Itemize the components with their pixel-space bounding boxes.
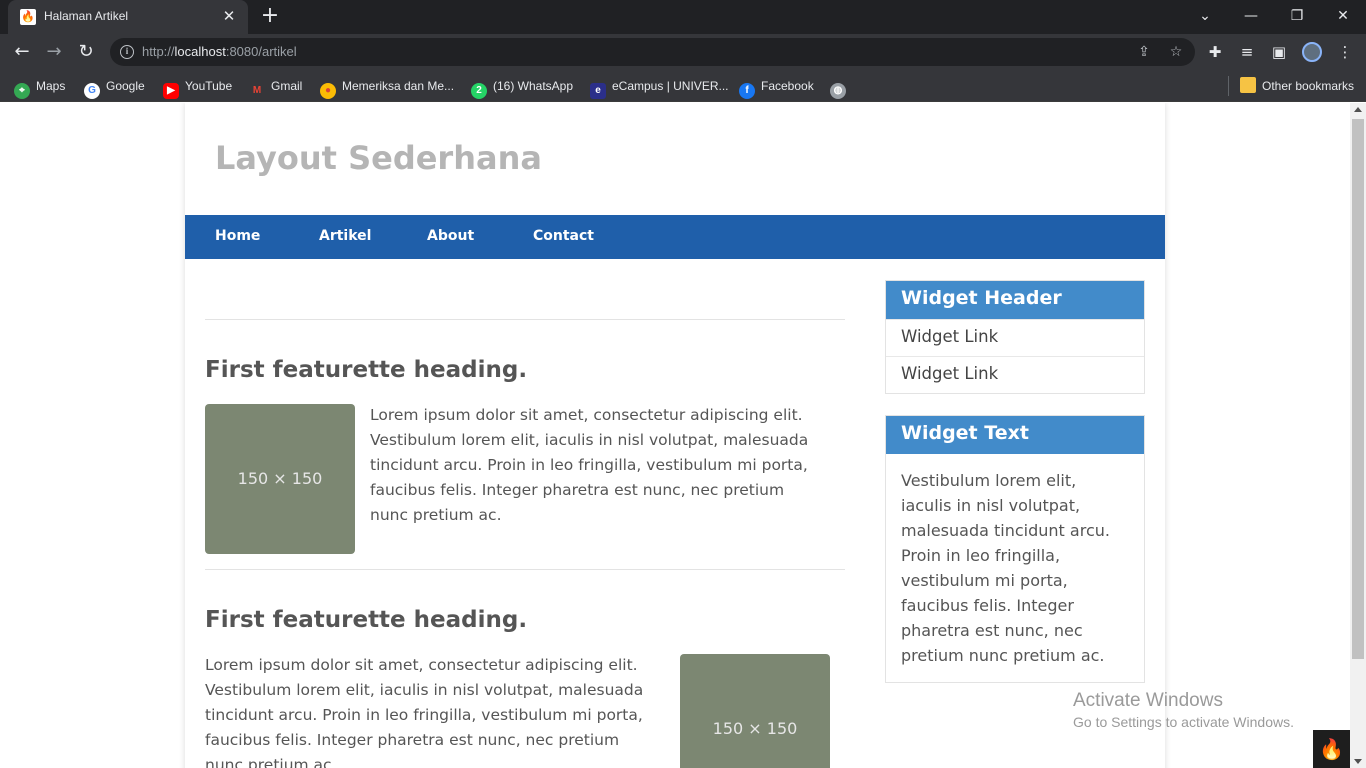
minimize-button[interactable]: — bbox=[1236, 4, 1266, 28]
page-scrollbar[interactable] bbox=[1350, 103, 1366, 768]
close-tab-icon[interactable]: ✕ bbox=[220, 7, 238, 25]
bookmark-maps[interactable]: ⌖ Maps bbox=[14, 77, 65, 99]
extensions-icon[interactable]: ✚ bbox=[1204, 41, 1226, 63]
nav-home[interactable]: Home bbox=[215, 228, 260, 244]
featurette-image-placeholder: 150 × 150 bbox=[205, 404, 355, 554]
featurette-text: Lorem ipsum dolor sit amet, consectetur … bbox=[370, 406, 809, 524]
codeigniter-favicon-icon: 🔥 bbox=[20, 9, 36, 25]
restore-button[interactable]: ❐ bbox=[1282, 4, 1312, 28]
featurette-heading: First featurette heading. bbox=[205, 357, 528, 383]
bookmark-ecampus[interactable]: e eCampus | UNIVER... bbox=[590, 77, 728, 99]
active-tab[interactable]: 🔥 Halaman Artikel ✕ bbox=[8, 0, 248, 34]
url-text[interactable]: http://localhost:8080/artikel bbox=[142, 44, 297, 59]
widget-link[interactable]: Widget Link bbox=[886, 319, 1144, 356]
nav-about[interactable]: About bbox=[427, 228, 474, 244]
activate-subtitle: Go to Settings to activate Windows. bbox=[1073, 714, 1294, 730]
featurette-text: Lorem ipsum dolor sit amet, consectetur … bbox=[205, 656, 644, 768]
close-window-button[interactable]: ✕ bbox=[1328, 4, 1358, 28]
browser-toolbar: ← → ↻ i http://localhost:8080/artikel ⇪ … bbox=[0, 34, 1366, 70]
bookmark-youtube[interactable]: ▶ YouTube bbox=[163, 77, 232, 99]
menu-kebab-icon[interactable]: ⋮ bbox=[1334, 41, 1356, 63]
facebook-icon: f bbox=[739, 83, 755, 99]
widget-header: Widget Text bbox=[886, 416, 1144, 454]
forward-button[interactable]: → bbox=[42, 40, 66, 64]
bookmark-gmail[interactable]: M Gmail bbox=[249, 77, 303, 96]
bookmark-facebook[interactable]: f Facebook bbox=[739, 77, 814, 99]
widget-link[interactable]: Widget Link bbox=[886, 356, 1144, 393]
bookmark-google[interactable]: G Google bbox=[84, 77, 145, 99]
activate-windows-watermark: Activate Windows Go to Settings to activ… bbox=[1073, 690, 1294, 730]
bookmark-memeriksa[interactable]: ● Memeriksa dan Me... bbox=[320, 77, 454, 99]
nav-contact[interactable]: Contact bbox=[533, 228, 594, 244]
ecampus-icon: e bbox=[590, 83, 606, 99]
media-control-icon[interactable]: ≡ bbox=[1236, 41, 1258, 63]
youtube-icon: ▶ bbox=[163, 83, 179, 99]
chrome-icon: ● bbox=[320, 83, 336, 99]
bookmark-whatsapp[interactable]: 2 (16) WhatsApp bbox=[471, 77, 573, 99]
scroll-up-arrow-icon[interactable] bbox=[1354, 107, 1362, 112]
widget-header: Widget Header bbox=[886, 281, 1144, 319]
bookmark-globe[interactable]: ◍ bbox=[830, 77, 852, 99]
featurette-heading: First featurette heading. bbox=[205, 607, 528, 633]
divider bbox=[205, 319, 845, 320]
google-icon: G bbox=[84, 83, 100, 99]
site-title: Layout Sederhana bbox=[215, 139, 542, 177]
new-tab-button[interactable]: + bbox=[258, 5, 282, 29]
divider bbox=[205, 569, 845, 570]
bookmarks-bar: ⌖ Maps G Google ▶ YouTube M Gmail ● Memeriksa… bbox=[0, 70, 1366, 102]
back-button[interactable]: ← bbox=[10, 40, 34, 64]
scroll-thumb[interactable] bbox=[1352, 119, 1364, 659]
whatsapp-icon: 2 bbox=[471, 83, 487, 99]
globe-icon: ◍ bbox=[830, 83, 846, 99]
address-bar[interactable]: i http://localhost:8080/artikel ⇪ ☆ bbox=[110, 38, 1195, 66]
main-nav: Home Artikel About Contact bbox=[185, 215, 1165, 259]
page-container: Layout Sederhana Home Artikel About Cont… bbox=[185, 103, 1165, 768]
widget-links: Widget Header Widget Link Widget Link bbox=[885, 280, 1145, 394]
activate-title: Activate Windows bbox=[1073, 690, 1223, 711]
nav-artikel[interactable]: Artikel bbox=[319, 228, 371, 244]
widget-text: Widget Text Vestibulum lorem elit, iacul… bbox=[885, 415, 1145, 683]
folder-icon bbox=[1240, 77, 1256, 93]
reload-button[interactable]: ↻ bbox=[74, 40, 98, 64]
tab-title: Halaman Artikel bbox=[44, 9, 129, 23]
page-viewport: Layout Sederhana Home Artikel About Cont… bbox=[0, 103, 1350, 768]
profile-avatar[interactable] bbox=[1302, 42, 1322, 62]
tab-strip: 🔥 Halaman Artikel ✕ + ⌄ — ❐ ✕ bbox=[0, 0, 1366, 34]
share-icon[interactable]: ⇪ bbox=[1134, 42, 1154, 62]
other-bookmarks[interactable]: Other bookmarks bbox=[1240, 77, 1354, 95]
gmail-icon: M bbox=[252, 85, 262, 96]
bookmark-star-icon[interactable]: ☆ bbox=[1166, 42, 1186, 62]
featurette-image-placeholder: 150 × 150 bbox=[680, 654, 830, 768]
codeigniter-toolbar-icon[interactable]: 🔥 bbox=[1313, 730, 1350, 768]
scroll-down-arrow-icon[interactable] bbox=[1354, 759, 1362, 764]
side-panel-icon[interactable]: ▣ bbox=[1268, 41, 1290, 63]
site-info-icon[interactable]: i bbox=[120, 45, 134, 59]
widget-body-text: Vestibulum lorem elit, iaculis in nisl v… bbox=[901, 471, 1110, 665]
tab-search-icon[interactable]: ⌄ bbox=[1190, 4, 1220, 28]
bookmarks-separator bbox=[1228, 76, 1229, 96]
maps-icon: ⌖ bbox=[14, 83, 30, 99]
